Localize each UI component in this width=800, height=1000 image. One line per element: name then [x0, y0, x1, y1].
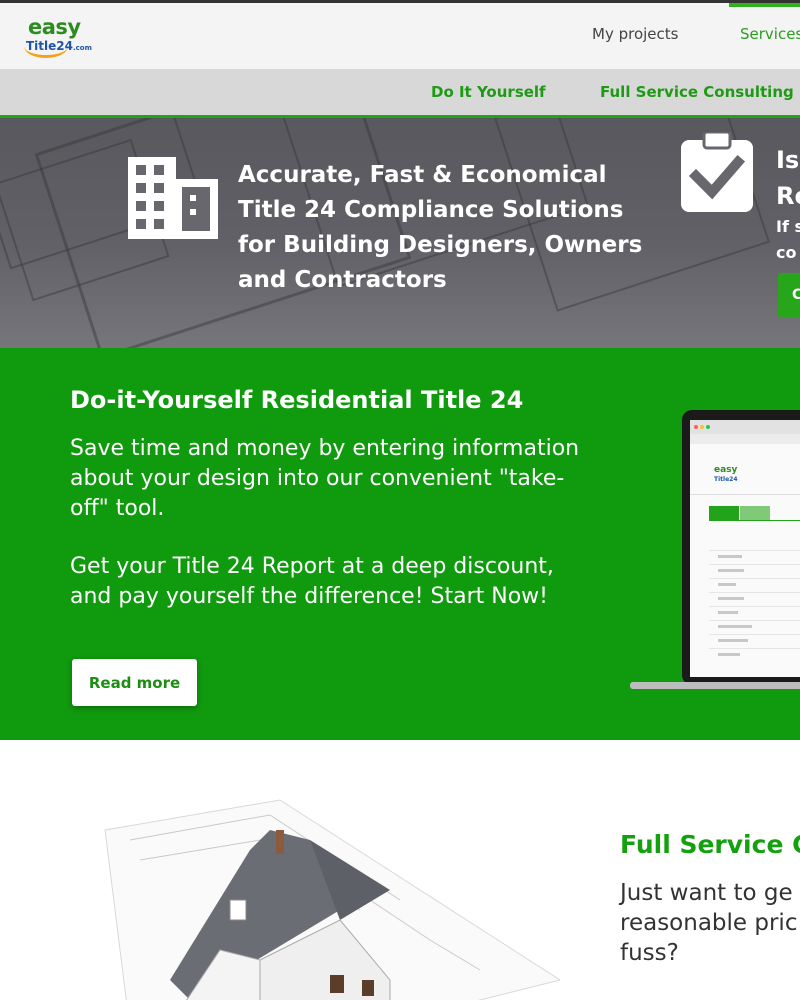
nav-services[interactable]: Services [740, 25, 800, 43]
logo-word-title24: Title24.com [26, 39, 92, 53]
subnav-do-it-yourself[interactable]: Do It Yourself [431, 83, 546, 101]
clipboard-check-icon [681, 132, 753, 212]
hero-banner: Accurate, Fast & Economical Title 24 Com… [0, 118, 800, 348]
logo-word-easy: easy [28, 15, 81, 39]
svg-text:easy: easy [714, 465, 738, 475]
hero-headline: Accurate, Fast & Economical Title 24 Com… [238, 162, 643, 293]
easytitle24-logo[interactable]: easy Title24.com [24, 15, 94, 67]
hero-question-heading: Is Re [776, 146, 800, 210]
full-service-title: Full Service C [620, 830, 800, 859]
nav-active-indicator [729, 3, 800, 7]
diy-paragraph-1: Save time and money by entering informat… [70, 436, 580, 521]
nav-my-projects[interactable]: My projects [592, 25, 678, 43]
sub-navigation: Do It Yourself Full Service Consulting [0, 69, 800, 118]
laptop-screenshot-image: easy Title24 [630, 410, 800, 689]
diy-title: Do-it-Yourself Residential Title 24 [70, 386, 524, 414]
read-more-button[interactable]: Read more [72, 659, 197, 706]
building-icon [128, 157, 218, 239]
diy-paragraph-2: Get your Title 24 Report at a deep disco… [70, 554, 554, 609]
full-service-description: Just want to ge reasonable pric fuss? [620, 880, 798, 966]
svg-text:Title24: Title24 [714, 476, 738, 483]
hero-question-subtext: If s co [776, 217, 800, 262]
hero-cta-button[interactable]: C [778, 273, 800, 318]
house-on-blueprint-image [104, 799, 560, 1000]
full-service-section: Full Service C Just want to ge reasonabl… [0, 740, 800, 1000]
header: easy Title24.com My projects Services [0, 3, 800, 69]
diy-description: Save time and money by entering informat… [70, 434, 580, 640]
diy-section: Do-it-Yourself Residential Title 24 Save… [0, 348, 800, 740]
subnav-full-service-consulting[interactable]: Full Service Consulting [600, 83, 794, 101]
